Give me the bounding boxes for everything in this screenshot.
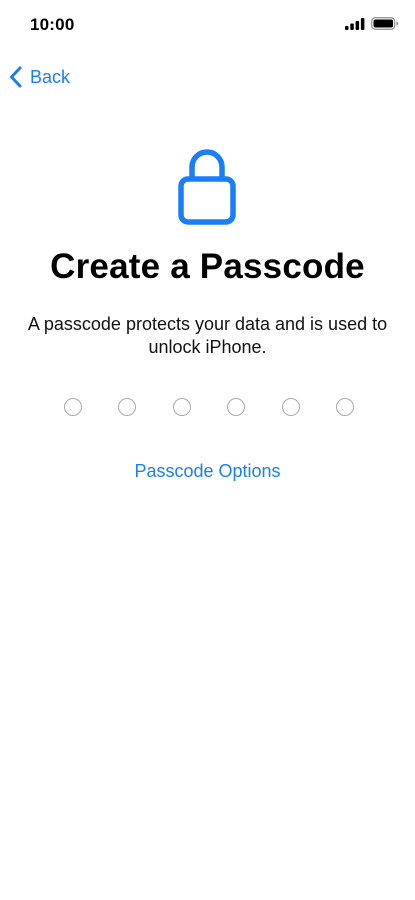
lock-icon	[178, 149, 236, 225]
passcode-dot	[281, 398, 300, 416]
page-subtitle: A passcode protects your data and is use…	[27, 314, 388, 357]
passcode-dot	[172, 398, 191, 416]
chevron-left-icon	[10, 66, 22, 88]
back-label: Back	[30, 66, 71, 87]
page-title: Create a Passcode	[50, 247, 365, 286]
passcode-dot	[64, 398, 82, 416]
passcode-dot	[118, 398, 137, 416]
cellular-signal-icon	[345, 17, 365, 30]
status-bar: 10:00	[0, 0, 415, 50]
passcode-dot	[227, 398, 246, 416]
battery-icon	[371, 17, 399, 30]
status-time: 10:00	[30, 15, 75, 34]
passcode-dot	[335, 398, 354, 416]
back-button[interactable]: Back	[9, 66, 70, 88]
passcode-entry[interactable]	[64, 398, 354, 420]
passcode-options-button[interactable]: Passcode Options	[0, 461, 415, 482]
status-icons	[345, 17, 399, 30]
